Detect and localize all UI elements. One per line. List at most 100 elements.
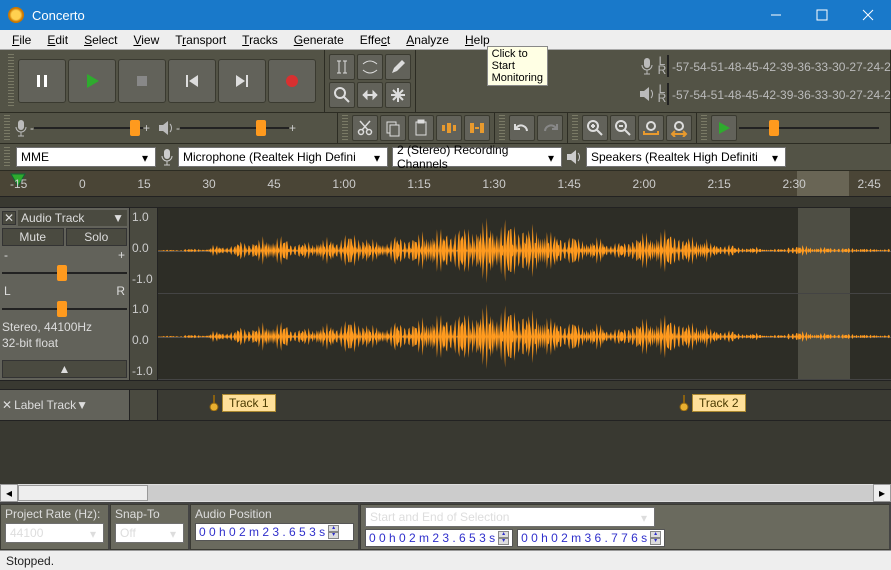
audio-host-select[interactable]: MME▾ xyxy=(16,147,156,167)
snap-to-select[interactable]: Off▾ xyxy=(115,523,184,543)
timeline-ruler[interactable]: -1501530451:001:151:301:452:002:152:302:… xyxy=(0,171,891,197)
track-collapse-button[interactable]: ▲ xyxy=(2,360,127,378)
menu-select[interactable]: Select xyxy=(76,31,125,49)
app-icon xyxy=(8,7,24,23)
menu-analyze[interactable]: Analyze xyxy=(398,31,457,49)
recording-volume-slider[interactable]: -+ xyxy=(30,119,150,137)
solo-button[interactable]: Solo xyxy=(66,228,128,246)
envelope-tool[interactable] xyxy=(357,54,383,80)
waveform-area[interactable] xyxy=(158,208,891,380)
selection-start-field[interactable]: 0 0 h 0 2 m 2 3 . 6 5 3 s▴▾ xyxy=(365,529,513,547)
horizontal-scrollbar[interactable]: ◂ ▸ xyxy=(0,484,891,502)
minimize-button[interactable] xyxy=(753,0,799,30)
stop-button[interactable] xyxy=(118,59,166,103)
menu-bar: File Edit Select View Transport Tracks G… xyxy=(0,30,891,50)
track-gain-slider[interactable] xyxy=(2,264,127,282)
copy-button[interactable] xyxy=(380,115,406,141)
toolbar-grip[interactable] xyxy=(8,54,14,108)
fit-selection-button[interactable] xyxy=(638,115,664,141)
silence-button[interactable] xyxy=(464,115,490,141)
audio-position-field[interactable]: 0 0 h 0 2 m 2 3 . 6 5 3 s▴▾ xyxy=(195,523,354,541)
track-area: ✕ Audio Track▼ Mute Solo -+ LR Stereo, 4… xyxy=(0,197,891,502)
redo-button[interactable] xyxy=(537,115,563,141)
status-text: Stopped. xyxy=(6,554,54,568)
pause-button[interactable] xyxy=(18,59,66,103)
monitor-hint[interactable]: Click to Start Monitoring xyxy=(487,46,548,86)
paste-button[interactable] xyxy=(408,115,434,141)
menu-generate[interactable]: Generate xyxy=(286,31,352,49)
audio-position-label: Audio Position xyxy=(195,507,354,521)
playback-device-select[interactable]: Speakers (Realtek High Definiti▾ xyxy=(586,147,786,167)
undo-button[interactable] xyxy=(509,115,535,141)
maximize-button[interactable] xyxy=(799,0,845,30)
mic-icon xyxy=(14,119,28,137)
label-track-area[interactable]: Track 1 Track 2 xyxy=(158,390,891,420)
mic-icon xyxy=(637,57,657,75)
label-marker[interactable]: Track 2 xyxy=(678,394,746,412)
mute-button[interactable]: Mute xyxy=(2,228,64,246)
recording-device-select[interactable]: Microphone (Realtek High Defini▾ xyxy=(178,147,388,167)
toolbar-grip[interactable] xyxy=(499,115,505,141)
toolbar-grip[interactable] xyxy=(572,115,578,141)
close-button[interactable] xyxy=(845,0,891,30)
window-title: Concerto xyxy=(32,8,753,23)
playback-speed-slider[interactable] xyxy=(739,119,879,137)
playback-meter[interactable]: -57-54-51-48-45-42-39-36-33-30-27-24-21-… xyxy=(667,83,669,105)
play-button[interactable] xyxy=(68,59,116,103)
meter-lr-rec: LR xyxy=(657,57,667,75)
snap-to-label: Snap-To xyxy=(115,507,184,521)
speaker-icon xyxy=(158,120,174,136)
mic-icon xyxy=(160,148,174,166)
skip-start-button[interactable] xyxy=(168,59,216,103)
skip-end-button[interactable] xyxy=(218,59,266,103)
toolbar-grip[interactable] xyxy=(4,115,10,141)
track-close-button[interactable]: ✕ xyxy=(2,211,16,225)
playback-volume-slider[interactable]: -+ xyxy=(176,119,296,137)
trim-button[interactable] xyxy=(436,115,462,141)
selection-tool[interactable] xyxy=(329,54,355,80)
recording-meter[interactable]: -57-54-51-48-45-42-39-36-33-30-27-24-21-… xyxy=(667,55,669,77)
scroll-thumb[interactable] xyxy=(18,485,148,501)
label-marker[interactable]: Track 1 xyxy=(208,394,276,412)
selection-toolbar: Project Rate (Hz): 44100▾ Snap-To Off▾ A… xyxy=(0,502,891,550)
amplitude-axis: 1.00.0-1.0 1.00.0-1.0 xyxy=(130,208,158,380)
device-toolbar: MME▾ Microphone (Realtek High Defini▾ 2 … xyxy=(0,144,891,171)
toolbar-grip[interactable] xyxy=(342,115,348,141)
fit-project-button[interactable] xyxy=(666,115,692,141)
track-info: 32-bit float xyxy=(2,336,127,350)
transport-toolbar-row: LR -57-54-51-48-45-42-39-36-33-30-27-24-… xyxy=(0,50,891,113)
multi-tool[interactable] xyxy=(385,82,411,108)
timeshift-tool[interactable] xyxy=(357,82,383,108)
zoom-in-button[interactable] xyxy=(582,115,608,141)
cut-button[interactable] xyxy=(352,115,378,141)
speaker-icon xyxy=(566,149,582,165)
zoom-out-button[interactable] xyxy=(610,115,636,141)
menu-effect[interactable]: Effect xyxy=(352,31,398,49)
zoom-tool[interactable] xyxy=(329,82,355,108)
audio-track-row: ✕ Audio Track▼ Mute Solo -+ LR Stereo, 4… xyxy=(0,207,891,381)
play-at-speed-button[interactable] xyxy=(711,115,737,141)
menu-view[interactable]: View xyxy=(125,31,167,49)
track-menu-button[interactable]: Audio Track▼ xyxy=(18,210,127,226)
toolbar-grip[interactable] xyxy=(701,115,707,141)
label-track-panel: ✕ Label Track▼ xyxy=(0,390,130,420)
project-rate-label: Project Rate (Hz): xyxy=(5,507,104,521)
scroll-left-button[interactable]: ◂ xyxy=(0,484,18,502)
recording-channels-select[interactable]: 2 (Stereo) Recording Channels▾ xyxy=(392,147,562,167)
menu-file[interactable]: File xyxy=(4,31,39,49)
track-pan-slider[interactable] xyxy=(2,300,127,318)
project-rate-select[interactable]: 44100▾ xyxy=(5,523,104,543)
menu-tracks[interactable]: Tracks xyxy=(234,31,286,49)
track-close-button[interactable]: ✕ xyxy=(2,398,12,412)
menu-edit[interactable]: Edit xyxy=(39,31,76,49)
selection-end-field[interactable]: 0 0 h 0 2 m 3 6 . 7 7 6 s▴▾ xyxy=(517,529,665,547)
toolbar-grip[interactable] xyxy=(4,147,10,167)
scroll-right-button[interactable]: ▸ xyxy=(873,484,891,502)
draw-tool[interactable] xyxy=(385,54,411,80)
mixer-edit-toolbar-row: -+ -+ xyxy=(0,113,891,144)
track-menu-button[interactable]: Label Track▼ xyxy=(14,398,127,412)
selection-mode-select[interactable]: Start and End of Selection▾ xyxy=(365,507,655,527)
record-button[interactable] xyxy=(268,59,316,103)
audio-track-panel: ✕ Audio Track▼ Mute Solo -+ LR Stereo, 4… xyxy=(0,208,130,380)
menu-transport[interactable]: Transport xyxy=(167,31,234,49)
